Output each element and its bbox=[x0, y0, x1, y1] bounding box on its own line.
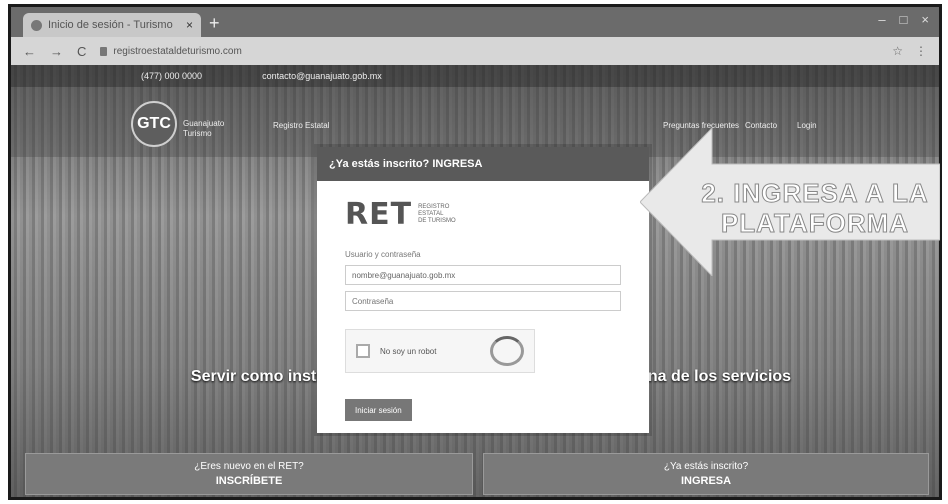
address-bar[interactable]: registroestataldeturismo.com bbox=[100, 41, 878, 61]
recaptcha-checkbox[interactable] bbox=[356, 344, 370, 358]
ret-logo-line: REGISTRO bbox=[418, 204, 450, 210]
browser-tab[interactable]: Inicio de sesión - Turismo × bbox=[23, 13, 201, 37]
login-cta-question: ¿Ya estás inscrito? bbox=[663, 461, 749, 472]
instruction-line: 2. INGRESA A LA bbox=[701, 178, 929, 209]
url-text: registroestataldeturismo.com bbox=[113, 45, 242, 57]
maximize-icon[interactable]: □ bbox=[900, 12, 908, 27]
recaptcha-label: No soy un robot bbox=[380, 346, 437, 356]
lock-icon bbox=[100, 46, 108, 56]
ret-logo-mark: RET bbox=[345, 197, 413, 232]
login-cta-button[interactable]: ¿Ya estás inscrito? INGRESA bbox=[483, 453, 929, 495]
tab-title: Inicio de sesión - Turismo bbox=[48, 19, 173, 31]
instruction-line: PLATAFORMA bbox=[720, 208, 910, 239]
instruction-label: 2. INGRESA A LA PLATAFORMA bbox=[690, 178, 940, 239]
bookmark-star-icon[interactable]: ☆ bbox=[892, 44, 903, 58]
favicon-icon bbox=[31, 19, 42, 31]
forward-icon[interactable]: → bbox=[50, 44, 63, 59]
minimize-icon[interactable]: – bbox=[878, 12, 885, 27]
password-field[interactable] bbox=[345, 291, 621, 311]
back-icon[interactable]: ← bbox=[23, 44, 36, 59]
close-tab-icon[interactable]: × bbox=[186, 18, 193, 32]
login-submit-button[interactable]: Iniciar sesión bbox=[345, 399, 412, 421]
close-window-icon[interactable]: × bbox=[921, 12, 929, 27]
ret-logo-line: DE TURISMO bbox=[418, 218, 456, 224]
login-modal: ¿Ya estás inscrito? INGRESA RET REGISTRO… bbox=[317, 147, 649, 433]
email-field[interactable] bbox=[345, 265, 621, 285]
credentials-label: Usuario y contraseña bbox=[345, 250, 421, 259]
register-cta-question: ¿Eres nuevo en el RET? bbox=[194, 461, 304, 472]
menu-icon[interactable]: ⋮ bbox=[915, 44, 927, 58]
site-logo-subtitle: Guanajuato Turismo bbox=[183, 119, 225, 138]
site-logo[interactable]: GTC bbox=[131, 101, 177, 147]
recaptcha-widget: No soy un robot bbox=[345, 329, 535, 373]
reload-icon[interactable]: C bbox=[77, 44, 86, 59]
site-topbar: (477) 000 0000 contacto@guanajuato.gob.m… bbox=[11, 65, 939, 87]
recaptcha-logo-icon bbox=[490, 336, 524, 366]
browser-toolbar: ← → C registroestataldeturismo.com ☆ ⋮ bbox=[11, 37, 939, 65]
register-cta-action: INSCRÍBETE bbox=[215, 475, 283, 487]
topbar-phone[interactable]: (477) 000 0000 bbox=[141, 71, 202, 81]
register-cta-button[interactable]: ¿Eres nuevo en el RET? INSCRÍBETE bbox=[25, 453, 473, 495]
tab-strip: Inicio de sesión - Turismo × + – □ × bbox=[11, 7, 939, 37]
nav-item-registro[interactable]: Registro Estatal bbox=[273, 121, 329, 130]
login-cta-action: INGRESA bbox=[680, 475, 732, 487]
modal-title: ¿Ya estás inscrito? INGRESA bbox=[317, 147, 649, 181]
window-controls: – □ × bbox=[878, 12, 929, 27]
new-tab-icon[interactable]: + bbox=[209, 13, 220, 33]
ret-logo: RET REGISTRO ESTATAL DE TURISMO bbox=[345, 197, 621, 232]
ret-logo-line: ESTATAL bbox=[418, 211, 444, 217]
topbar-email[interactable]: contacto@guanajuato.gob.mx bbox=[262, 71, 382, 81]
